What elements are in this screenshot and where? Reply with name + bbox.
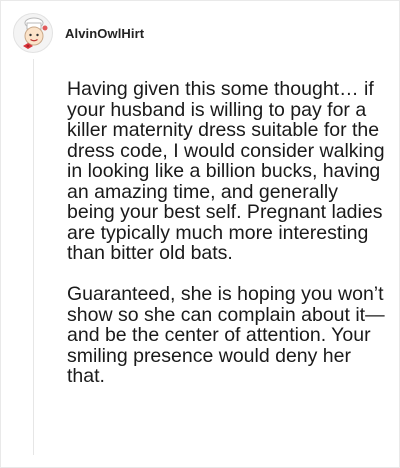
thread-line xyxy=(33,59,34,455)
username[interactable]: AlvinOwlHirt xyxy=(65,26,144,41)
comment-card: AlvinOwlHirt Having given this some thou… xyxy=(0,0,400,468)
comment-header: AlvinOwlHirt xyxy=(13,13,144,53)
comment-body: Having given this some thought… if your … xyxy=(67,79,391,387)
cartoon-chef-avatar-icon xyxy=(23,17,48,49)
comment-paragraph: Having given this some thought… if your … xyxy=(67,78,385,264)
comment-paragraph: Guaranteed, she is hoping you won’t show… xyxy=(67,283,385,387)
avatar[interactable] xyxy=(13,13,53,53)
